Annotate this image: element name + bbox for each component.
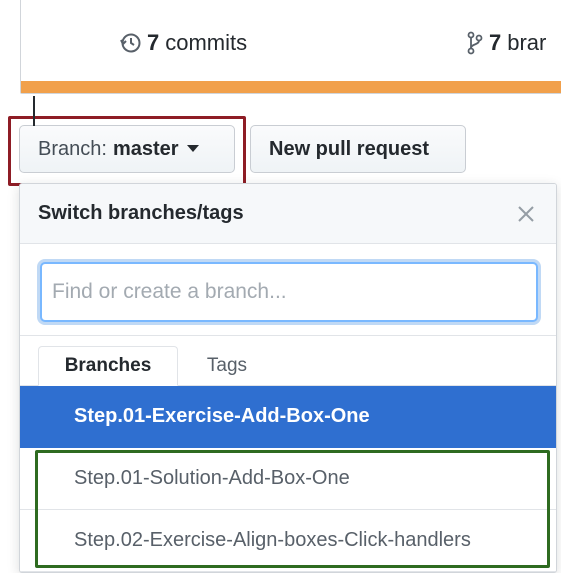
- repo-summary: 7 commits 7 brar: [20, 0, 561, 94]
- branch-item-step01-exercise[interactable]: Step.01-Exercise-Add-Box-One: [20, 386, 556, 448]
- commits-label: commits: [165, 30, 248, 55]
- branches-label: brar: [507, 30, 547, 55]
- git-branch-icon: [467, 31, 483, 55]
- new-pull-request-button[interactable]: New pull request: [250, 125, 466, 173]
- green-highlight-box: [35, 450, 550, 568]
- branch-select-button[interactable]: Branch: master: [19, 125, 235, 173]
- close-icon[interactable]: [514, 202, 538, 226]
- tab-branches[interactable]: Branches: [38, 346, 178, 386]
- commits-link[interactable]: 7 commits: [119, 30, 247, 56]
- dropdown-header: Switch branches/tags: [20, 184, 556, 244]
- branches-count: 7: [489, 30, 502, 55]
- commits-count: 7: [147, 30, 160, 55]
- summary-stats: 7 commits 7 brar: [21, 0, 561, 82]
- tab-tags[interactable]: Tags: [182, 346, 272, 386]
- dropdown-filter: [20, 244, 556, 336]
- branch-filter-input[interactable]: [40, 262, 538, 322]
- text-cursor: [33, 96, 35, 126]
- branch-prefix: Branch:: [38, 137, 107, 160]
- history-icon: [119, 32, 141, 54]
- caret-down-icon: [186, 145, 199, 153]
- dropdown-title: Switch branches/tags: [38, 202, 244, 224]
- branches-link[interactable]: 7 brar: [467, 30, 546, 56]
- language-bar: [21, 81, 561, 93]
- branch-current-value: master: [112, 137, 179, 160]
- dropdown-tabs: Branches Tags: [20, 336, 556, 386]
